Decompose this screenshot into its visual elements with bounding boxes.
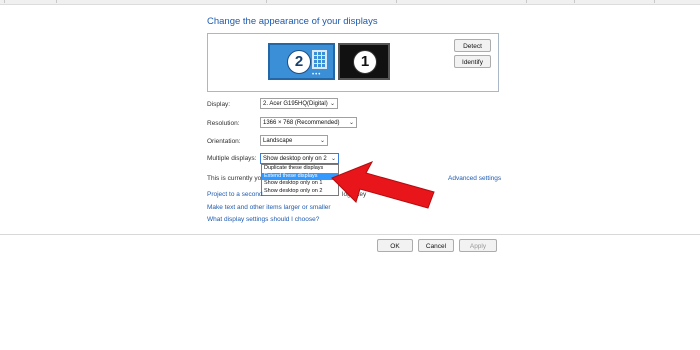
orientation-select-value: Landscape xyxy=(263,138,293,144)
monitor-arrangement-panel: 2 ••• 1 Detect Identify xyxy=(207,33,499,92)
cancel-button[interactable]: Cancel xyxy=(418,239,454,252)
monitor-2[interactable]: 2 ••• xyxy=(268,43,335,80)
red-arrow-annotation xyxy=(331,161,435,209)
resolution-label: Resolution: xyxy=(207,120,240,127)
display-select-value: 2. Acer G195HQ(Digital) xyxy=(263,101,328,107)
orientation-select[interactable]: Landscape ⌄ xyxy=(260,135,328,146)
chevron-down-icon: ⌄ xyxy=(319,138,325,144)
display-label: Display: xyxy=(207,101,231,108)
start-screen-icon xyxy=(312,50,327,69)
project-link[interactable]: Project to a second xyxy=(207,191,263,198)
multiple-displays-select-value: Show desktop only on 2 xyxy=(263,156,327,162)
page-title: Change the appearance of your displays xyxy=(207,16,378,27)
resolution-select-value: 1366 × 768 (Recommended) xyxy=(263,120,340,126)
ok-button[interactable]: OK xyxy=(377,239,413,252)
dropdown-option-highlighted[interactable]: Extend these displays xyxy=(262,172,338,180)
advanced-settings-link[interactable]: Advanced settings xyxy=(448,175,501,182)
tab-separator xyxy=(8,0,57,3)
monitor-1[interactable]: 1 xyxy=(338,43,390,80)
tab-separator xyxy=(574,0,655,3)
identify-button[interactable]: Identify xyxy=(454,55,491,68)
apply-button[interactable]: Apply xyxy=(459,239,497,252)
dropdown-option[interactable]: Show desktop only on 1 xyxy=(262,180,338,188)
make-text-larger-link[interactable]: Make text and other items larger or smal… xyxy=(207,204,331,211)
multiple-displays-select[interactable]: Show desktop only on 2 ⌄ xyxy=(260,153,339,164)
tab-separator xyxy=(56,0,267,3)
multiple-displays-label: Multiple displays: xyxy=(207,155,257,162)
monitor-2-number: 2 xyxy=(287,50,311,74)
window-top-bar xyxy=(0,0,700,5)
tab-separator xyxy=(526,0,575,3)
chevron-down-icon: ⌄ xyxy=(348,120,354,126)
chevron-down-icon: ⌄ xyxy=(329,101,335,107)
monitor-1-number: 1 xyxy=(353,50,377,74)
multiple-displays-dropdown: Duplicate these displays Extend these di… xyxy=(261,164,339,196)
dropdown-option[interactable]: Duplicate these displays xyxy=(262,165,338,173)
current-display-text: This is currently yo xyxy=(207,175,262,182)
dropdown-option[interactable]: Show desktop only on 2 xyxy=(262,188,338,196)
footer-divider xyxy=(0,234,700,235)
display-settings-help-link[interactable]: What display settings should I choose? xyxy=(207,216,319,223)
tab-separator xyxy=(0,0,5,3)
orientation-label: Orientation: xyxy=(207,138,241,145)
resolution-select[interactable]: 1366 × 768 (Recommended) ⌄ xyxy=(260,117,357,128)
tab-separator xyxy=(266,0,397,3)
ellipsis-icon: ••• xyxy=(312,72,322,78)
tab-separator xyxy=(396,0,527,3)
display-select[interactable]: 2. Acer G195HQ(Digital) ⌄ xyxy=(260,98,338,109)
detect-button[interactable]: Detect xyxy=(454,39,491,52)
